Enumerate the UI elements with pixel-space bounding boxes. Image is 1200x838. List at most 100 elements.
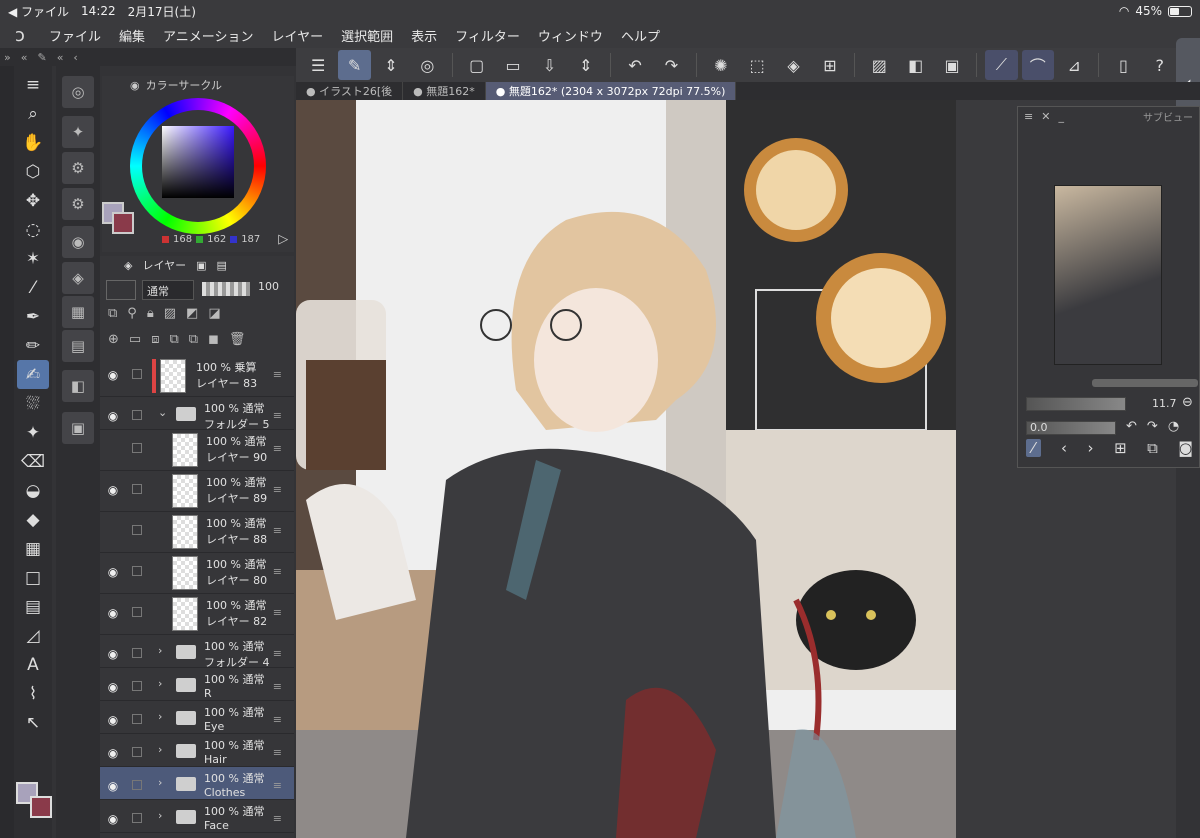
help-icon[interactable]: ? [1144,50,1176,80]
magic-wand-icon[interactable]: ✶ [17,244,49,273]
layer-lock-checkbox[interactable] [132,607,142,617]
chevron-right-icon[interactable]: › [158,710,162,723]
layer-row[interactable]: ◉ 100 % 乗算 レイヤー 83 ≡ [100,356,294,397]
camera-icon[interactable]: ◙ [1178,439,1193,457]
deselect-icon[interactable]: ▨ [863,50,895,80]
airbrush-tool-icon[interactable]: ⛆ [17,389,49,418]
menu-window[interactable]: ウィンドウ [529,26,612,45]
transform-icon[interactable]: ⊞ [814,50,846,80]
menu-help[interactable]: ヘルプ [612,26,669,45]
mask-icon[interactable]: ◩ [186,306,198,321]
layer-lock-checkbox[interactable] [132,648,142,658]
saturation-value-square[interactable] [162,126,234,198]
ruler-tool-icon[interactable]: ◿ [17,621,49,650]
next-icon[interactable]: › [1088,439,1094,457]
collapse-left-icon[interactable]: » [4,51,11,64]
layer-menu-icon[interactable]: ≡ [273,409,282,422]
layer-folder-row[interactable]: ◉ › 100 % 通常 Clothes ≡ [100,767,294,800]
select-icon[interactable]: ⬚ [741,50,773,80]
tab-illust26[interactable]: ● イラスト26[後 [296,82,404,100]
spiral-app-icon[interactable]: ◎ [411,50,443,80]
layer-menu-icon[interactable]: ≡ [273,606,282,619]
chevron-right-icon[interactable]: › [158,644,162,657]
layer-property-icon[interactable]: ◧ [62,370,94,402]
layer-tab-label[interactable]: レイヤー [142,257,186,273]
subview-scrollbar[interactable] [1092,379,1198,387]
menu-file[interactable]: ファイル [40,26,110,45]
layer-menu-icon[interactable]: ≡ [273,524,282,537]
eyedropper-icon[interactable]: ⁄ [17,273,49,302]
layer-lock-checkbox[interactable] [132,410,142,420]
layer-lock-checkbox[interactable] [132,747,142,757]
subtool-2-icon[interactable]: ⚙ [62,152,94,184]
layer-lock-checkbox[interactable] [132,566,142,576]
layer-menu-icon[interactable]: ≡ [273,713,282,726]
film-tab-icon[interactable]: ▤ [62,330,94,362]
fill-tool-icon[interactable]: ◆ [17,505,49,534]
layer-row[interactable]: ◉ 100 % 通常 レイヤー 82 ≡ [100,594,294,635]
brush-tool-icon[interactable]: ✍ [17,360,49,389]
zoom-slider[interactable] [1026,397,1126,411]
transfer-icon[interactable]: ⧉ [189,332,198,347]
balloon-tool-icon[interactable]: ⌇ [17,679,49,708]
layer-lock-checkbox[interactable] [132,813,142,823]
menu-edit[interactable]: 編集 [110,26,154,45]
undo-icon[interactable]: ↶ [619,50,651,80]
layer-lock-checkbox[interactable] [132,369,142,379]
lock-icon[interactable]: 🔒︎ [147,306,154,321]
loading-icon[interactable]: ✺ [705,50,737,80]
lock-transparency-icon[interactable]: ▨ [164,306,176,321]
visibility-eye-icon[interactable]: ◉ [104,680,122,694]
reference-icon[interactable]: ⚲ [127,306,137,321]
clip-icon[interactable]: ⧉ [108,306,117,321]
menu-view[interactable]: 表示 [402,26,446,45]
layer-menu-icon[interactable]: ≡ [273,812,282,825]
visibility-eye-icon[interactable]: ◉ [104,368,122,382]
layer-menu-icon[interactable]: ≡ [273,442,282,455]
layer-lock-checkbox[interactable] [132,714,142,724]
visibility-eye-icon[interactable]: ◉ [104,713,122,727]
color-circle-tab-icon[interactable]: ◉ [62,226,94,258]
invert-icon[interactable]: ◧ [899,50,931,80]
layer-menu-icon[interactable]: ≡ [273,483,282,496]
hamburger-menu-icon[interactable]: ☰ [302,50,334,80]
border-icon[interactable]: ▣ [936,50,968,80]
decoration-tool-icon[interactable]: ✦ [17,418,49,447]
3d-tool-icon[interactable]: ⬡ [17,157,49,186]
redo-icon[interactable]: ↷ [655,50,687,80]
minimize-icon[interactable]: _ [1058,110,1064,123]
correct-line-tool-icon[interactable]: ↖ [17,708,49,737]
delete-layer-icon[interactable]: 🗑︎ [229,332,246,347]
lasso-tool-icon[interactable]: ◌ [17,215,49,244]
chevron-right-icon[interactable]: › [158,776,162,789]
layer-row[interactable]: 100 % 通常 レイヤー 90 ≡ [100,430,294,471]
menu-icon[interactable]: ≡ [1024,110,1033,123]
tab-untitled162-active[interactable]: ● 無題162* (2304 x 3072px 72dpi 77.5%) [485,82,737,100]
move-tool-icon[interactable]: ✥ [17,186,49,215]
layer-lock-checkbox[interactable] [132,681,142,691]
visibility-eye-icon[interactable]: ◉ [104,812,122,826]
smartphone-icon[interactable]: ▯ [1107,50,1139,80]
pen-pressure-icon[interactable]: ⟋ [985,50,1018,80]
layer-folder-row[interactable]: ◉ › 100 % 通常 Face ≡ [100,800,294,833]
figure-tool-icon[interactable]: □ [17,563,49,592]
hand-tool-icon[interactable]: ✋ [17,128,49,157]
layer-tab-icon[interactable]: ◈ [62,262,94,294]
menu-selection[interactable]: 選択範囲 [332,26,402,45]
blend-mode-select[interactable]: 通常 [142,280,194,300]
subtool-1-icon[interactable]: ✦ [62,116,94,148]
updown-icon[interactable]: ⇕ [375,50,407,80]
brush-stroke-icon[interactable]: ⌒ [1021,50,1054,80]
eraser-tool-icon[interactable]: ⌫ [17,447,49,476]
menu-layer[interactable]: レイヤー [263,26,333,45]
updown-2-icon[interactable]: ⇕ [570,50,602,80]
visibility-eye-icon[interactable]: ◉ [104,565,122,579]
subview-thumbnail[interactable] [1054,185,1162,365]
tab-untitled162[interactable]: ● 無題162* [403,82,486,100]
layer-menu-icon[interactable]: ≡ [273,746,282,759]
sub-color-swatch[interactable] [112,212,134,234]
new-layer-icon[interactable]: ⊕ [108,332,119,347]
close-icon[interactable]: ✕ [1041,110,1050,123]
menu-grip-icon[interactable]: ≡ [17,70,49,99]
layer-lock-checkbox[interactable] [132,443,142,453]
